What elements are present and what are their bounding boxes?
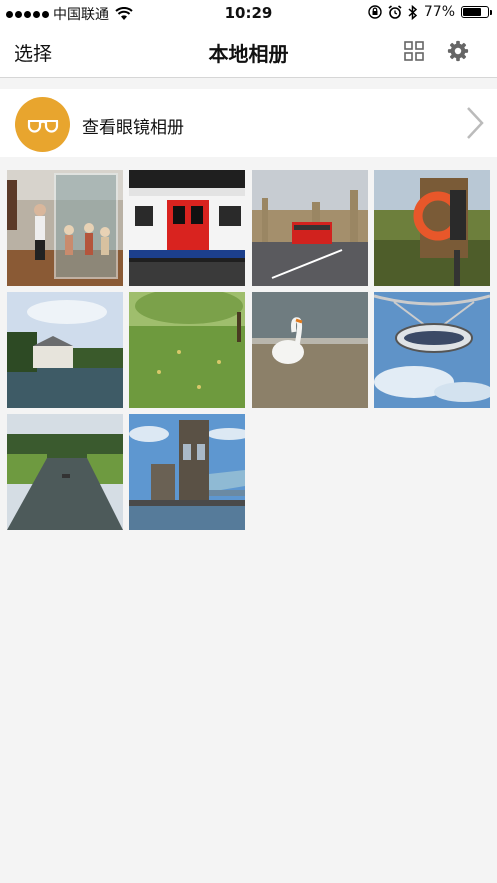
nav-bar: 选择 本地相册: [0, 26, 497, 78]
glasses-icon: [27, 119, 58, 133]
photo-museum-display: [7, 170, 123, 286]
photo-underground-train: [129, 170, 245, 286]
battery-icon: [461, 6, 492, 18]
glasses-album-label: 查看眼镜相册: [82, 118, 184, 138]
status-bar-right: 77%: [368, 4, 492, 20]
photo-riverside-house: [7, 292, 123, 408]
orientation-lock-icon: [368, 5, 382, 19]
grid-view-icon[interactable]: [404, 41, 424, 61]
photo-thumbnail[interactable]: [374, 170, 490, 286]
battery-fill: [463, 8, 482, 16]
photo-lifebuoy: [374, 170, 490, 286]
photo-thumbnail[interactable]: [252, 170, 368, 286]
photo-london-eye-capsule: [374, 292, 490, 408]
photo-park-lawn: [129, 292, 245, 408]
glasses-album-avatar: [15, 97, 70, 152]
glasses-album-row[interactable]: 查看眼镜相册: [0, 89, 497, 157]
photo-tower-bridge: [129, 414, 245, 530]
photo-swan: [252, 292, 368, 408]
photo-thumbnail[interactable]: [7, 292, 123, 408]
photo-thumbnail[interactable]: [374, 292, 490, 408]
photo-thumbnail[interactable]: [129, 170, 245, 286]
photo-thumbnail[interactable]: [129, 414, 245, 530]
gear-icon[interactable]: [447, 40, 469, 62]
status-bar: 中国联通 10:29 77%: [0, 0, 497, 26]
photo-thumbnail[interactable]: [252, 292, 368, 408]
photo-westminster-bus: [252, 170, 368, 286]
battery-percent: 77%: [423, 4, 455, 20]
alarm-icon: [388, 5, 402, 19]
chevron-right-icon: [467, 107, 484, 139]
photo-thumbnail[interactable]: [129, 292, 245, 408]
photo-river-punting: [7, 414, 123, 530]
photo-thumbnail[interactable]: [7, 414, 123, 530]
bluetooth-icon: [408, 4, 418, 20]
photo-thumbnail[interactable]: [7, 170, 123, 286]
